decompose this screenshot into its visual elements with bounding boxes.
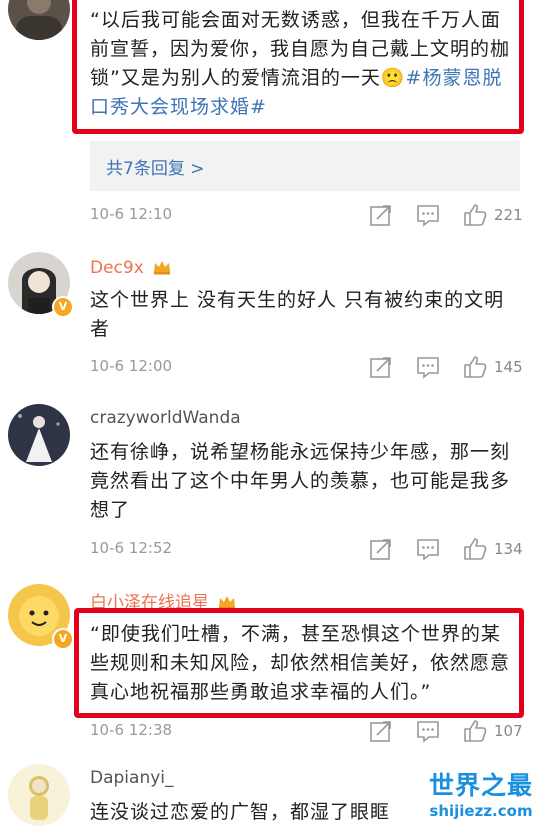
view-replies-link[interactable]: 共7条回复 > <box>106 154 204 179</box>
watermark: 世界之最 shijiezz.com <box>429 766 533 820</box>
watermark-logo: 世界之最 <box>428 771 533 800</box>
timestamp: 10-6 12:00 <box>90 357 173 375</box>
share-icon[interactable] <box>368 354 394 380</box>
like-count: 145 <box>494 358 523 376</box>
highlight-box <box>74 608 524 718</box>
comment-2: V Dec9x 这个世界上 没有天生的好人 只有被约束的文明者 10-6 12:… <box>0 244 539 394</box>
like-icon[interactable] <box>462 202 488 228</box>
avatar[interactable] <box>8 764 70 826</box>
avatar[interactable] <box>8 404 70 466</box>
avatar[interactable] <box>8 0 70 40</box>
like-count: 221 <box>494 206 523 224</box>
username[interactable]: Dec9x <box>90 258 171 278</box>
comment-icon[interactable] <box>415 536 441 562</box>
username[interactable]: Dapianyi_ <box>90 768 174 788</box>
like-count: 107 <box>494 722 523 740</box>
comment-3: crazyworldWanda 还有徐峥，说希望杨能永远保持少年感，那一刻竟然看… <box>0 398 539 570</box>
share-icon[interactable] <box>368 536 394 562</box>
replies-box[interactable]: 共7条回复 > <box>90 141 520 191</box>
crown-badge-icon <box>154 261 171 275</box>
comment-text: 这个世界上 没有天生的好人 只有被约束的文明者 <box>90 289 505 340</box>
comment-icon[interactable] <box>415 354 441 380</box>
timestamp: 10-6 12:52 <box>90 539 173 557</box>
timestamp: 10-6 12:38 <box>90 721 173 739</box>
username[interactable]: crazyworldWanda <box>90 408 241 428</box>
verified-badge-icon: V <box>52 628 74 650</box>
share-icon[interactable] <box>368 718 394 744</box>
like-icon[interactable] <box>462 536 488 562</box>
like-icon[interactable] <box>462 718 488 744</box>
comment-footer: 10-6 12:52 134 <box>90 536 530 562</box>
share-icon[interactable] <box>368 202 394 228</box>
watermark-url: shijiezz.com <box>429 802 533 820</box>
timestamp: 10-6 12:10 <box>90 205 173 223</box>
comment-footer: 10-6 12:10 221 <box>90 202 530 228</box>
like-icon[interactable] <box>462 354 488 380</box>
comment-icon[interactable] <box>415 718 441 744</box>
comment-footer: 10-6 12:38 107 <box>90 718 530 744</box>
comment-footer: 10-6 12:00 145 <box>90 354 530 380</box>
verified-badge-icon: V <box>52 296 74 318</box>
comment-text: 还有徐峥，说希望杨能永远保持少年感，那一刻竟然看出了这个中年男人的羡慕，也可能是… <box>90 441 511 521</box>
comment-icon[interactable] <box>415 202 441 228</box>
like-count: 134 <box>494 540 523 558</box>
highlight-box <box>72 0 524 134</box>
